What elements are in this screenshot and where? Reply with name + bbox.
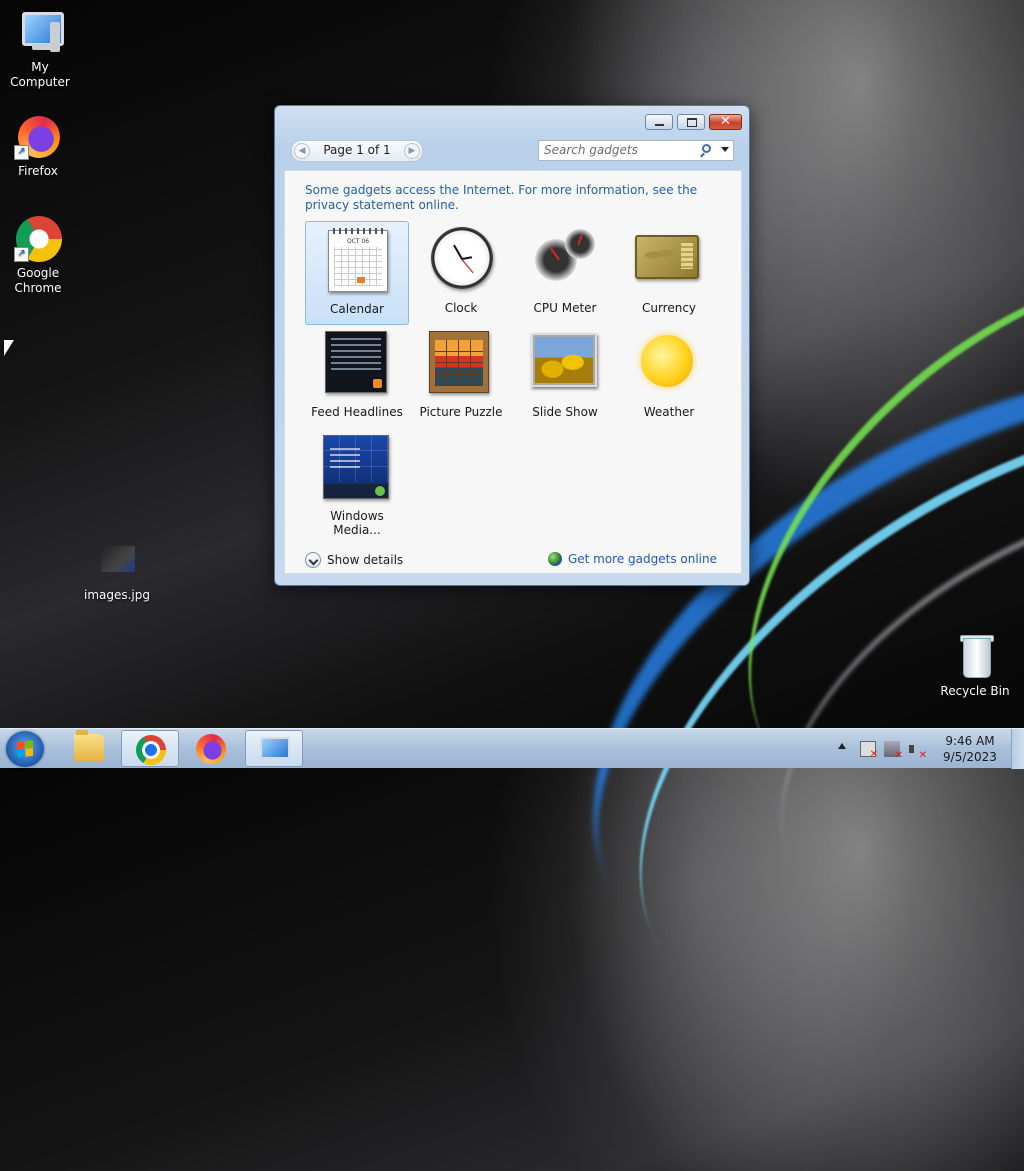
show-hidden-icons-button[interactable] <box>838 743 846 749</box>
chrome-icon: ↗ <box>14 214 62 262</box>
system-tray: 9:46 AM 9/5/2023 <box>834 729 1024 769</box>
page-indicator: Page 1 of 1 <box>323 143 391 157</box>
previous-page-button[interactable]: ◀ <box>294 143 310 159</box>
show-details-button[interactable]: Show details <box>305 552 403 568</box>
windows-logo-icon <box>17 740 33 758</box>
desktop-icon-recycle-bin[interactable]: Recycle Bin <box>935 632 1015 699</box>
gadget-gallery-window: ✕ ◀ Page 1 of 1 ▶ Some gadgets access th… <box>274 105 750 586</box>
clock-icon <box>431 227 493 289</box>
gadget-picture-puzzle[interactable]: Picture Puzzle <box>409 325 513 429</box>
maximize-button[interactable] <box>677 114 705 130</box>
chevron-down-icon <box>305 552 321 568</box>
gadget-slide-show[interactable]: Slide Show <box>513 325 617 429</box>
windows-media-center-icon <box>323 435 389 499</box>
gadget-weather[interactable]: Weather <box>617 325 721 429</box>
gadget-gallery-icon <box>260 737 290 759</box>
gadget-label: Calendar <box>330 302 384 316</box>
desktop-icon-label: Google Chrome <box>14 266 62 295</box>
currency-icon <box>635 235 699 279</box>
gadget-windows-media-center[interactable]: Windows Media... <box>305 429 409 537</box>
calendar-icon: OCT 06 <box>328 228 388 292</box>
desktop-icon-label: Firefox <box>18 164 58 178</box>
desktop-icon-label: My Computer <box>10 60 70 89</box>
gadget-label: Feed Headlines <box>311 405 403 419</box>
clock-time: 9:46 AM <box>945 734 995 748</box>
firefox-icon: ↗ <box>14 112 62 160</box>
firefox-icon <box>196 734 226 764</box>
next-page-button[interactable]: ▶ <box>404 143 420 159</box>
search-box <box>538 140 734 161</box>
image-file-icon <box>93 536 141 584</box>
show-desktop-button[interactable] <box>1011 729 1024 769</box>
page-navigator: ◀ Page 1 of 1 ▶ <box>291 140 423 162</box>
gadget-cpu-meter[interactable]: CPU Meter <box>513 221 617 325</box>
minimize-button[interactable] <box>645 114 673 130</box>
picture-puzzle-icon <box>429 331 489 393</box>
gallery-toolbar: ◀ Page 1 of 1 ▶ <box>285 136 739 166</box>
gadget-label: Picture Puzzle <box>419 405 503 419</box>
desktop-icon-images-jpg[interactable]: images.jpg <box>77 536 157 603</box>
gadget-label: Weather <box>643 405 695 419</box>
feed-headlines-icon <box>325 331 387 393</box>
desktop-icon-label: images.jpg <box>83 588 150 602</box>
gadget-label: CPU Meter <box>533 301 597 315</box>
taskbar-explorer-button[interactable] <box>60 730 118 767</box>
search-icon[interactable] <box>702 144 711 153</box>
wallpaper-swoosh <box>707 391 1024 1055</box>
desktop-icon-google-chrome[interactable]: ↗ Google Chrome <box>0 214 78 296</box>
computer-icon <box>16 8 64 56</box>
mouse-cursor <box>4 340 14 356</box>
close-icon: ✕ <box>720 114 731 129</box>
gallery-footer: Show details Get more gadgets online <box>285 546 739 576</box>
get-more-gadgets-label: Get more gadgets online <box>567 552 717 566</box>
search-input[interactable] <box>539 141 699 159</box>
gadget-list: Some gadgets access the Internet. For mo… <box>284 170 742 574</box>
privacy-notice-link[interactable]: Some gadgets access the Internet. For mo… <box>305 183 715 213</box>
taskbar: 9:46 AM 9/5/2023 <box>0 728 1024 769</box>
taskbar-chrome-button[interactable] <box>121 730 179 767</box>
chrome-icon <box>136 735 166 765</box>
calendar-month: OCT 06 <box>346 238 370 245</box>
taskbar-clock[interactable]: 9:46 AM 9/5/2023 <box>934 733 1006 765</box>
get-more-gadgets-link[interactable]: Get more gadgets online <box>547 552 717 566</box>
start-button[interactable] <box>6 731 44 767</box>
cpu-meter-icon <box>533 227 597 291</box>
gadget-currency[interactable]: Currency <box>617 221 721 325</box>
gadget-calendar[interactable]: OCT 06 Calendar <box>305 221 409 325</box>
desktop-icon-my-computer[interactable]: My Computer <box>0 8 80 90</box>
desktop-icon-firefox[interactable]: ↗ Firefox <box>0 112 78 179</box>
volume-muted-icon[interactable] <box>908 741 927 761</box>
folder-icon <box>74 730 104 762</box>
close-button[interactable]: ✕ <box>709 114 742 130</box>
gadget-label: Slide Show <box>532 405 598 419</box>
recycle-bin-icon <box>951 632 999 680</box>
gadget-label: Windows Media... <box>330 509 384 537</box>
slide-show-icon <box>531 333 597 387</box>
taskbar-gadgets-button[interactable] <box>245 730 303 767</box>
network-icon[interactable] <box>884 741 903 761</box>
globe-icon <box>547 552 562 566</box>
gadget-feed-headlines[interactable]: Feed Headlines <box>305 325 409 429</box>
desktop-icon-label: Recycle Bin <box>940 684 1010 698</box>
clock-date: 9/5/2023 <box>943 750 997 764</box>
gadget-label: Clock <box>444 301 478 315</box>
show-details-label: Show details <box>327 553 404 567</box>
caption-buttons: ✕ <box>641 114 742 130</box>
gadget-clock[interactable]: Clock <box>409 221 513 325</box>
weather-sun-icon <box>641 335 693 387</box>
action-center-icon[interactable] <box>860 741 878 760</box>
gadget-label: Currency <box>641 301 697 315</box>
taskbar-firefox-button[interactable] <box>182 730 240 767</box>
chevron-down-icon[interactable] <box>721 147 729 152</box>
